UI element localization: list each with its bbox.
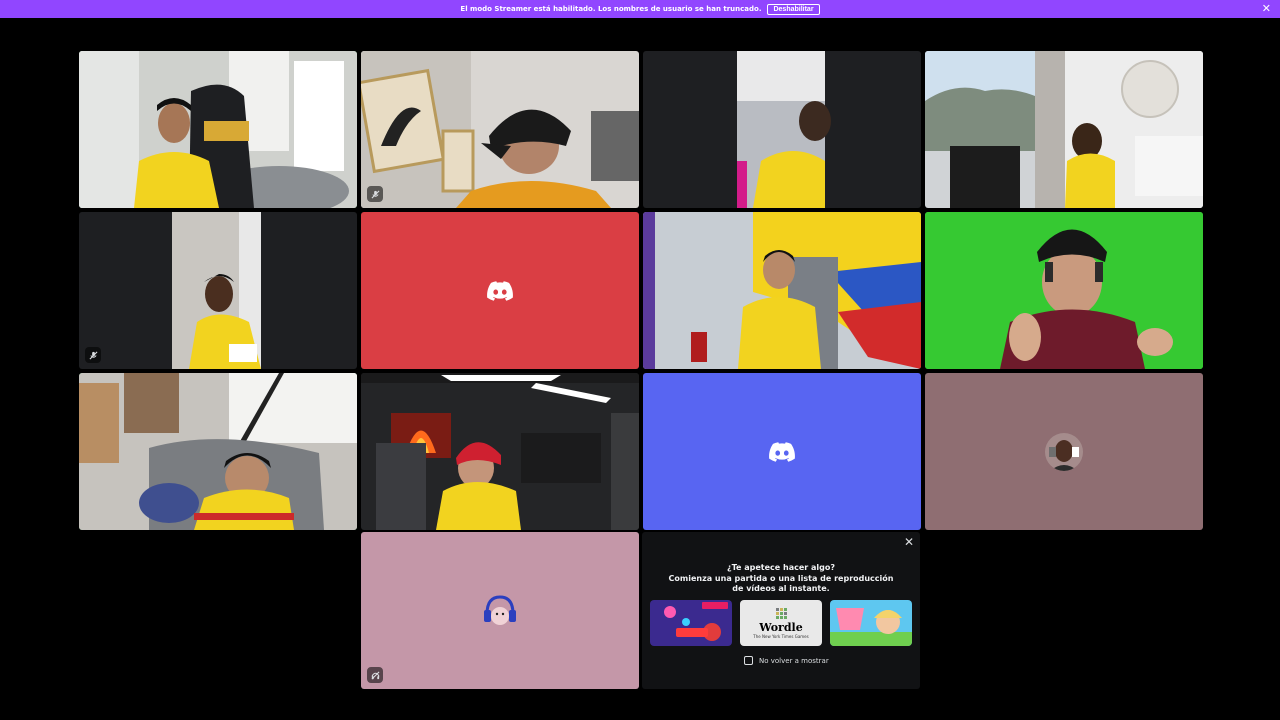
farm-merge-valley-card-icon <box>830 600 912 646</box>
death-by-ai-card-icon <box>650 600 732 646</box>
muted-indicator <box>367 186 383 202</box>
camera-off-tile-mauve[interactable] <box>925 373 1203 530</box>
video-tile-7[interactable] <box>643 212 921 369</box>
camera-off-tile-red[interactable] <box>361 212 639 369</box>
activity-prompt-description: Comienza una partida o una lista de repr… <box>668 574 894 593</box>
activity-card-farm-merge-valley[interactable] <box>830 600 912 646</box>
user-avatar-icon <box>481 591 519 630</box>
camera-off-tile-pink[interactable] <box>361 532 639 689</box>
participant-camera-feed <box>925 212 1203 369</box>
wordle-subtitle: The New York Times Games <box>753 633 809 639</box>
activity-card-death-by-ai[interactable] <box>650 600 732 646</box>
video-tile-5[interactable] <box>79 212 357 369</box>
dont-show-again-option[interactable]: No volver a mostrar <box>744 656 829 665</box>
video-tile-10[interactable] <box>361 373 639 530</box>
dont-show-again-label: No volver a mostrar <box>759 656 829 665</box>
video-tile-4[interactable] <box>925 51 1203 208</box>
muted-indicator <box>85 347 101 363</box>
streamer-notice-text: El modo Streamer está habilitado. Los no… <box>460 5 762 13</box>
participant-camera-feed <box>361 51 639 208</box>
activity-prompt-title: ¿Te apetece hacer algo? <box>727 563 835 572</box>
participant-camera-feed <box>79 212 357 369</box>
avatar <box>1045 432 1083 471</box>
wordle-title: Wordle <box>759 620 803 634</box>
wordle-grid-icon <box>775 607 787 619</box>
participant-camera-feed <box>643 51 921 208</box>
participant-camera-feed <box>643 212 921 369</box>
camera-off-tile-blurple[interactable] <box>643 373 921 530</box>
user-avatar-icon <box>1045 432 1083 471</box>
mic-muted-icon <box>371 190 379 198</box>
participant-camera-feed <box>79 51 357 208</box>
video-tile-8[interactable] <box>925 212 1203 369</box>
dont-show-again-checkbox[interactable] <box>744 656 753 665</box>
avatar <box>481 591 519 630</box>
deafened-indicator <box>367 667 383 683</box>
activity-list: Wordle The New York Times Games <box>650 600 912 646</box>
headphones-muted-icon <box>371 671 379 679</box>
participant-camera-feed <box>361 373 639 530</box>
discord-logo-icon <box>487 280 513 301</box>
video-tile-2[interactable] <box>361 51 639 208</box>
video-tile-9[interactable] <box>79 373 357 530</box>
mic-muted-icon <box>89 351 97 359</box>
activity-card-wordle[interactable]: Wordle The New York Times Games <box>740 600 822 646</box>
disable-streamer-mode-button[interactable]: Deshabilitar <box>767 3 820 15</box>
streamer-mode-notice: El modo Streamer está habilitado. Los no… <box>0 0 1280 18</box>
activity-suggestion-panel: ✕ ¿Te apetece hacer algo? Comienza una p… <box>642 532 920 689</box>
close-notice-icon[interactable]: ✕ <box>1262 2 1271 16</box>
video-tile-1[interactable] <box>79 51 357 208</box>
discord-logo-icon <box>769 441 795 462</box>
participant-camera-feed <box>79 373 357 530</box>
video-tile-3[interactable] <box>643 51 921 208</box>
close-icon[interactable]: ✕ <box>904 535 914 549</box>
participant-camera-feed <box>925 51 1203 208</box>
